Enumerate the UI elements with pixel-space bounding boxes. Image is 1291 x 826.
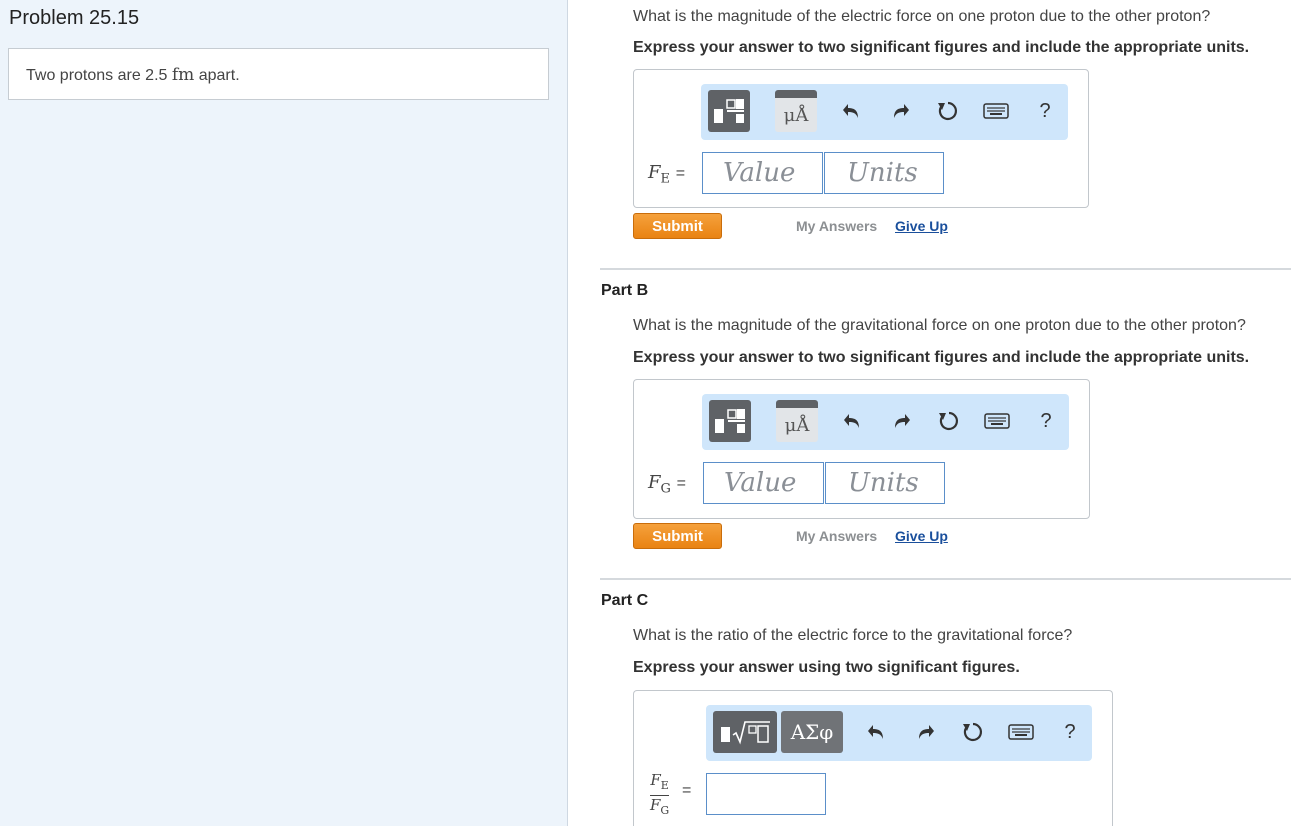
part-b-variable-label: FG = <box>648 472 686 497</box>
equals-sign: = <box>682 782 692 799</box>
den-symbol: F <box>650 796 661 814</box>
part-c-question: What is the ratio of the electric force … <box>633 627 1073 644</box>
num-subscript: E <box>660 779 669 792</box>
part-a-my-answers-link[interactable]: My Answers <box>796 218 877 234</box>
equals-sign: = <box>675 165 686 182</box>
var-symbol: F <box>648 472 661 493</box>
reset-icon[interactable] <box>957 716 989 748</box>
help-icon[interactable]: ? <box>1030 405 1062 437</box>
part-b-toolbar: μÅ ? <box>702 394 1069 450</box>
part-a-instruction: Express your answer to two significant f… <box>633 39 1250 56</box>
undo-icon[interactable] <box>837 405 869 437</box>
templates-button[interactable] <box>709 400 751 442</box>
help-icon[interactable]: ? <box>1029 95 1061 127</box>
units-button-label: μÅ <box>783 104 809 126</box>
keyboard-icon[interactable] <box>1005 716 1037 748</box>
problem-panel: Problem 25.15 Two protons are 2.5 fm apa… <box>0 0 568 826</box>
templates-button[interactable] <box>708 90 750 132</box>
part-a-answer-box: μÅ ? FE = <box>633 69 1089 208</box>
undo-icon[interactable] <box>836 95 868 127</box>
part-b-units-input[interactable] <box>825 462 945 504</box>
part-b-give-up-link[interactable]: Give Up <box>895 528 948 544</box>
problem-statement-box: Two protons are 2.5 fm apart. <box>8 48 549 100</box>
var-subscript: G <box>660 481 671 497</box>
units-button[interactable]: μÅ <box>776 400 818 442</box>
part-c-ratio-input[interactable] <box>706 773 826 815</box>
redo-icon[interactable] <box>909 716 941 748</box>
templates-icon <box>714 99 744 123</box>
units-button[interactable]: μÅ <box>775 90 817 132</box>
part-c-instruction: Express your answer using two significan… <box>633 659 1020 676</box>
part-b-header: Part B <box>601 282 649 299</box>
part-divider <box>600 578 1291 580</box>
radical-templates-icon <box>721 721 770 745</box>
reset-icon[interactable] <box>932 95 964 127</box>
part-divider <box>600 268 1291 270</box>
den-subscript: G <box>660 804 670 817</box>
reset-icon[interactable] <box>933 405 965 437</box>
units-button-label: μÅ <box>784 414 810 436</box>
part-a-value-input[interactable] <box>702 152 823 194</box>
statement-prefix: Two protons are 2.5 <box>26 67 172 84</box>
keyboard-icon[interactable] <box>980 95 1012 127</box>
statement-suffix: apart. <box>194 67 240 84</box>
statement-unit: fm <box>171 65 195 85</box>
var-symbol: F <box>648 162 661 183</box>
part-b-value-input[interactable] <box>703 462 824 504</box>
help-icon[interactable]: ? <box>1054 716 1086 748</box>
fraction-numerator: FE <box>650 771 670 796</box>
equals-sign: = <box>676 475 686 492</box>
problem-statement: Two protons are 2.5 fm apart. <box>26 65 240 85</box>
fraction-denominator: FG <box>650 796 669 820</box>
part-a-units-input[interactable] <box>824 152 944 194</box>
part-a-toolbar: μÅ ? <box>701 84 1068 140</box>
part-c-toolbar: ΑΣφ ? <box>706 705 1092 761</box>
ratio-fraction-label: FE FG <box>650 771 670 820</box>
undo-icon[interactable] <box>861 716 893 748</box>
var-subscript: E <box>660 171 671 187</box>
part-c-answer-box: ΑΣφ ? FE FG = <box>633 690 1113 826</box>
redo-icon[interactable] <box>884 95 916 127</box>
keyboard-icon[interactable] <box>981 405 1013 437</box>
problem-title: Problem 25.15 <box>9 7 140 29</box>
part-a-give-up-link[interactable]: Give Up <box>895 218 948 234</box>
templates-icon <box>715 409 745 433</box>
part-b-question: What is the magnitude of the gravitation… <box>633 317 1246 334</box>
part-a-variable-label: FE = <box>648 162 685 187</box>
part-b-submit-button[interactable]: Submit <box>633 523 722 549</box>
num-symbol: F <box>650 771 661 789</box>
math-templates-button[interactable] <box>713 711 777 753</box>
part-c-header: Part C <box>601 592 649 609</box>
part-b-instruction: Express your answer to two significant f… <box>633 349 1250 366</box>
part-b-my-answers-link[interactable]: My Answers <box>796 528 877 544</box>
part-b-answer-box: μÅ ? FG = <box>633 379 1090 519</box>
part-a-submit-button[interactable]: Submit <box>633 213 722 239</box>
part-a-question: What is the magnitude of the electric fo… <box>633 8 1211 25</box>
redo-icon[interactable] <box>885 405 917 437</box>
greek-symbols-button[interactable]: ΑΣφ <box>781 711 843 753</box>
page: Problem 25.15 Two protons are 2.5 fm apa… <box>0 0 1291 826</box>
